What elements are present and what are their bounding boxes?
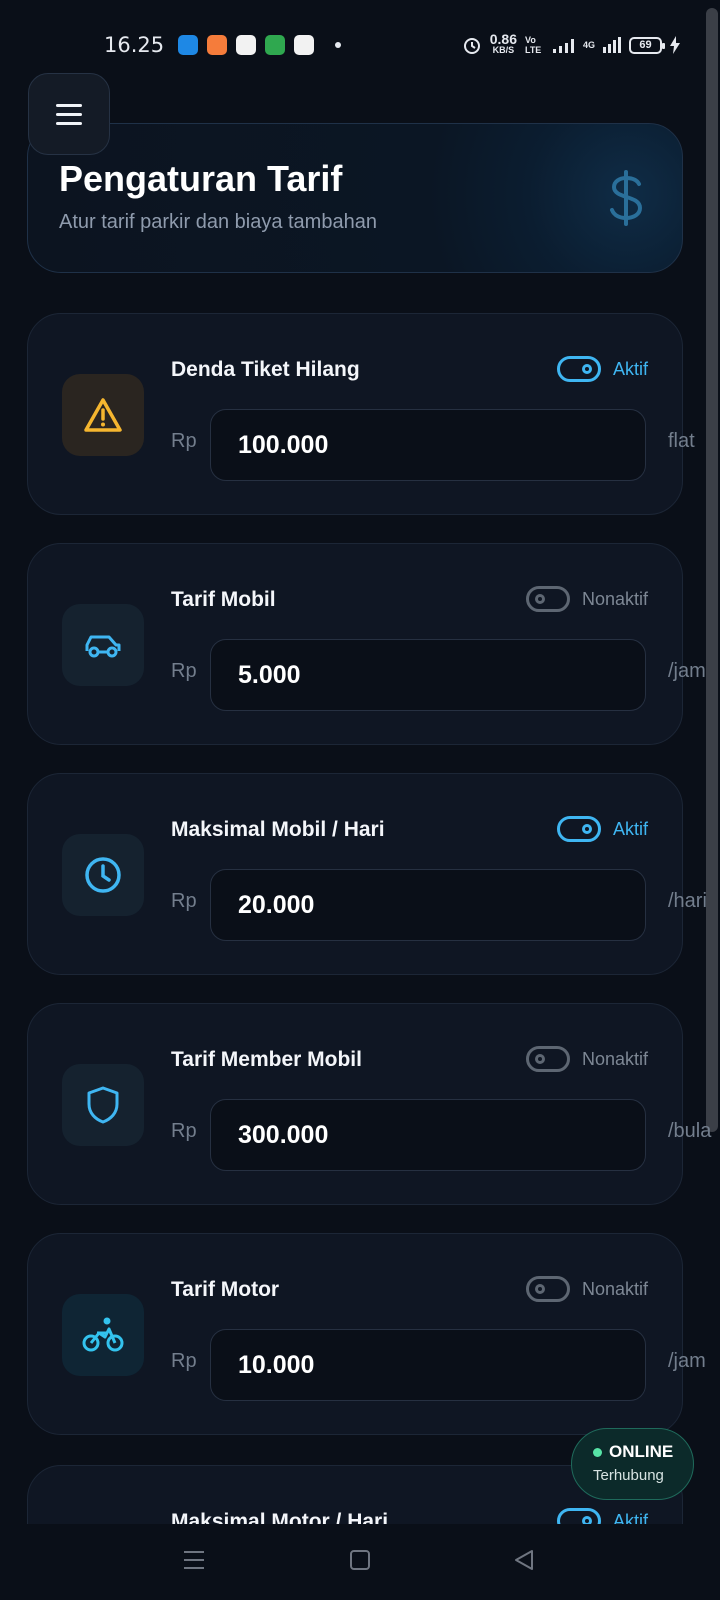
status-time: 16.25 [104,33,165,57]
tariff-value-input[interactable]: 10.000 [210,1329,646,1401]
header-card: Pengaturan Tarif Atur tarif parkir dan b… [27,123,683,273]
wallet-icon [294,35,315,55]
toggle-switch[interactable] [556,816,601,842]
status-toggle[interactable]: Nonaktif [525,1276,648,1302]
online-dot-icon [593,1447,602,1457]
tariff-value-input[interactable]: 20.000 [210,869,646,941]
back-button[interactable] [504,1540,544,1580]
warning-icon [62,374,144,456]
battery-icon: 69 [629,36,665,54]
toggle-label: Aktif [612,358,648,379]
tariff-card-motor-rate: Tarif Motor Nonaktif Rp 10.000 /jam [27,1233,706,1435]
charging-icon [670,36,680,54]
card-title: Maksimal Mobil / Hari [171,818,385,841]
toggle-switch[interactable] [556,356,601,382]
card-title: Tarif Motor [171,1278,280,1301]
toggle-switch[interactable] [525,1276,570,1302]
volte-indicator: Vo LTE [524,35,542,55]
clock-icon [62,834,144,916]
status-toggle[interactable]: Aktif [556,816,648,842]
status-bar: 16.25 0.86 KB/S Vo LTE 4G 69 [0,0,720,90]
menu-lines-icon [184,1551,204,1569]
currency-label: Rp [171,660,197,682]
shield-icon [62,1064,144,1146]
connection-status-badge: ONLINE Terhubung [571,1428,694,1500]
alarm-icon [463,38,480,54]
status-toggle[interactable]: Nonaktif [525,1046,648,1072]
unit-label: /bula [668,1120,712,1142]
currency-label: Rp [171,890,197,912]
tariff-value-input[interactable]: 100.000 [210,409,646,481]
unit-label: flat [668,430,695,452]
tariff-card-car-daily-max: Maksimal Mobil / Hari Aktif Rp 20.000 /h… [27,773,707,975]
status-toggle[interactable]: Aktif [556,356,648,382]
shopping-bag-icon [236,35,257,55]
network-speed: 0.86 KB/S [489,31,517,55]
currency-label: Rp [171,1120,197,1142]
toggle-label: Nonaktif [581,588,648,609]
toggle-label: Aktif [612,818,648,839]
toggle-label: Nonaktif [581,1048,648,1069]
shield-app-icon [265,35,286,55]
toggle-switch[interactable] [525,1046,570,1072]
hamburger-icon [56,104,82,125]
card-title: Tarif Mobil [171,588,276,611]
menu-button[interactable] [28,73,110,155]
signal-icon [603,37,621,53]
card-title: Denda Tiket Hilang [171,358,360,381]
scroll-indicator[interactable] [706,8,718,1132]
square-icon [350,1550,370,1570]
currency-label: Rp [171,1350,197,1372]
toggle-label: Nonaktif [581,1278,648,1299]
page-title: Pengaturan Tarif [59,158,343,199]
tariff-card-car-rate: Tarif Mobil Nonaktif Rp 5.000 /jam [27,543,706,745]
unit-label: /jam [668,660,706,682]
tariff-value-input[interactable]: 5.000 [210,639,646,711]
recent-apps-button[interactable] [174,1540,214,1580]
status-toggle[interactable]: Nonaktif [525,586,648,612]
car-icon [62,604,144,686]
network-type: 4G [582,40,595,50]
unit-label: /jam [668,1350,706,1372]
online-sub-label: Terhubung [593,1467,664,1484]
currency-label: Rp [171,430,197,452]
tariff-value-input[interactable]: 300.000 [210,1099,646,1171]
system-navigation-bar [0,1524,720,1600]
back-triangle-icon [515,1550,533,1570]
dollar-icon [610,170,643,226]
bike-icon [62,1294,144,1376]
signal-icon [552,39,574,53]
unit-label: /hari [668,890,707,912]
tariff-card-lost-ticket-fine: Denda Tiket Hilang Aktif Rp 100.000 flat [27,313,695,515]
online-label: ONLINE [609,1442,674,1461]
page-subtitle: Atur tarif parkir dan biaya tambahan [59,211,377,233]
home-button[interactable] [340,1540,380,1580]
app-notification-icon [207,35,228,55]
app-notification-icon [178,35,199,55]
tariff-card-car-member: Tarif Member Mobil Nonaktif Rp 300.000 /… [27,1003,711,1205]
toggle-switch[interactable] [525,586,570,612]
card-title: Tarif Member Mobil [171,1048,362,1071]
more-notifications-dot [335,42,342,48]
